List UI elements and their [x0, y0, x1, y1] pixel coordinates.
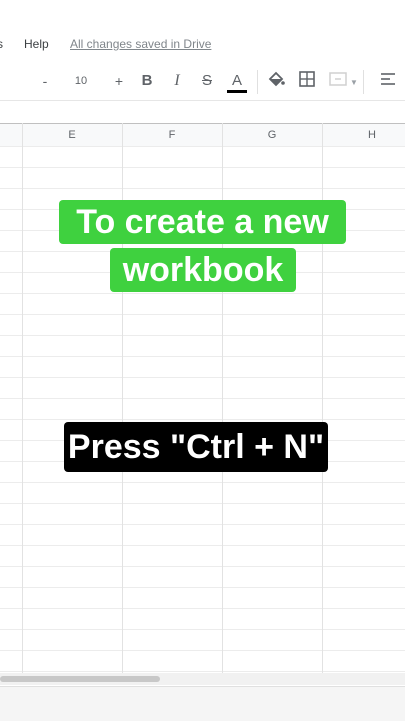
paint-bucket-icon[interactable]	[266, 70, 286, 92]
column-header-f[interactable]: F	[122, 124, 222, 146]
align-left-icon[interactable]	[378, 70, 398, 92]
sheet-tabs-bar	[0, 686, 405, 721]
borders-icon[interactable]	[297, 70, 317, 92]
chevron-down-icon[interactable]: ▼	[350, 78, 358, 87]
toolbar-divider	[257, 70, 258, 94]
font-size-decrease-button[interactable]: -	[40, 70, 50, 92]
scrollbar-thumb[interactable]	[0, 676, 160, 682]
column-header-h[interactable]: H	[322, 124, 405, 146]
menu-item-help[interactable]: Help	[24, 37, 49, 51]
bold-button[interactable]: B	[138, 70, 156, 92]
text-color-button[interactable]: A	[227, 70, 247, 93]
toolbar-divider	[363, 70, 364, 94]
strikethrough-button[interactable]: S	[198, 70, 216, 92]
menu-item-tools[interactable]: s	[0, 37, 3, 51]
caption-line-1: To create a new	[59, 200, 346, 244]
font-size-increase-button[interactable]: +	[114, 70, 124, 92]
merge-cells-icon[interactable]	[328, 70, 348, 92]
column-header-row: E F G H	[0, 123, 405, 147]
save-status-link[interactable]: All changes saved in Drive	[70, 37, 211, 51]
app-header: s Help All changes saved in Drive	[0, 0, 405, 62]
column-divider	[22, 123, 23, 673]
italic-button[interactable]: I	[168, 70, 186, 92]
column-header-e[interactable]: E	[22, 124, 122, 146]
column-header-g[interactable]: G	[222, 124, 322, 146]
caption-line-2: workbook	[110, 248, 296, 292]
text-color-label: A	[231, 72, 242, 89]
shortcut-caption: Press "Ctrl + N"	[64, 422, 328, 472]
font-size-field[interactable]: 10	[70, 70, 92, 92]
text-color-swatch	[227, 90, 247, 93]
